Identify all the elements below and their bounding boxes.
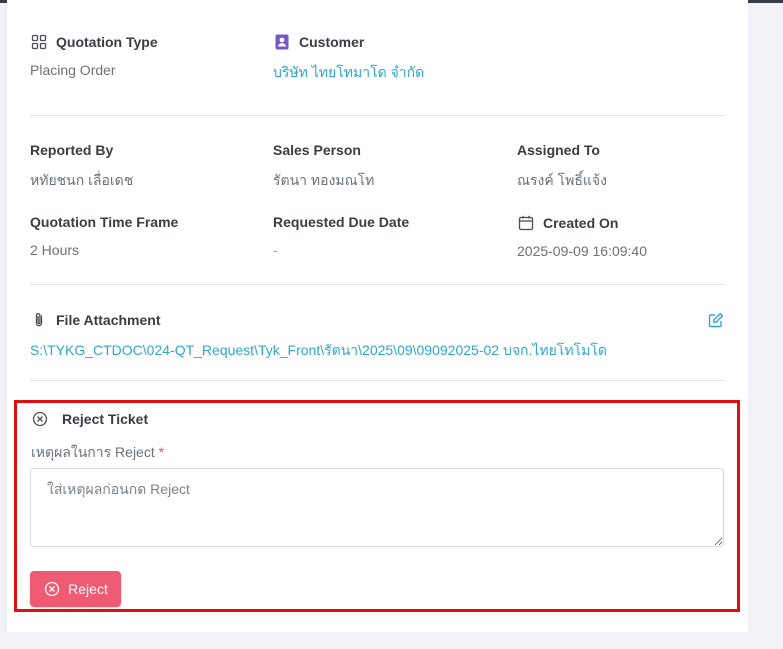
circle-x-icon	[31, 410, 48, 427]
attachment-field: File Attachment S:\TYKG_CTDOC\024-QT_Req…	[30, 311, 607, 362]
divider	[30, 380, 724, 381]
reject-button[interactable]: Reject	[30, 571, 121, 607]
due-date-label: Requested Due Date	[273, 214, 410, 230]
reject-reason-input[interactable]	[30, 468, 724, 547]
created-on-field: Created On 2025-09-09 16:09:40	[517, 214, 647, 260]
reject-title: Reject Ticket	[62, 410, 149, 427]
created-on-value: 2025-09-09 16:09:40	[517, 243, 647, 259]
customer-label: Customer	[299, 33, 365, 50]
due-date-value: -	[273, 242, 278, 258]
sales-person-value: รัตนา ทองมณโท	[273, 172, 375, 188]
edit-icon[interactable]	[708, 312, 726, 330]
time-frame-label: Quotation Time Frame	[30, 214, 179, 230]
attachment-label: File Attachment	[56, 311, 161, 328]
reported-by-label: Reported By	[30, 142, 114, 158]
circle-x-icon	[43, 581, 60, 598]
reported-by-value: หทัยชนก เลื่อเดช	[30, 172, 134, 188]
reject-ticket-section: Reject Ticket เหตุผลในการ Reject * Rejec…	[14, 400, 740, 612]
calendar-icon	[517, 214, 534, 231]
grid-icon	[30, 33, 47, 50]
quotation-type-label: Quotation Type	[56, 33, 158, 50]
created-on-label: Created On	[543, 214, 619, 231]
assigned-to-label: Assigned To	[517, 142, 600, 158]
customer-field: Customer บริษัท ไทยโทมาโด จำกัด	[273, 33, 424, 84]
sales-person-label: Sales Person	[273, 142, 361, 158]
customer-link[interactable]: บริษัท ไทยโทมาโด จำกัด	[273, 62, 424, 84]
contact-card-icon	[273, 33, 290, 50]
quotation-type-field: Quotation Type Placing Order	[30, 33, 158, 79]
divider	[30, 115, 724, 116]
time-frame-field: Quotation Time Frame 2 Hours	[30, 214, 178, 258]
sales-person-field: Sales Person รัตนา ทองมณโท	[273, 142, 374, 192]
paperclip-icon	[30, 311, 47, 328]
attachment-link[interactable]: S:\TYKG_CTDOC\024-QT_Request\Tyk_Front\ร…	[30, 340, 607, 362]
time-frame-value: 2 Hours	[30, 242, 80, 258]
reject-reason-label: เหตุผลในการ Reject *	[31, 444, 165, 460]
assigned-to-value: ณรงค์ โพธิ์แจ้ง	[517, 172, 607, 188]
assigned-to-field: Assigned To ณรงค์ โพธิ์แจ้ง	[517, 142, 607, 192]
reject-button-label: Reject	[68, 581, 108, 597]
due-date-field: Requested Due Date -	[273, 214, 409, 258]
required-mark: *	[158, 444, 165, 460]
reported-by-field: Reported By หทัยชนก เลื่อเดช	[30, 142, 133, 192]
divider	[30, 284, 724, 285]
quotation-type-value: Placing Order	[30, 62, 116, 78]
